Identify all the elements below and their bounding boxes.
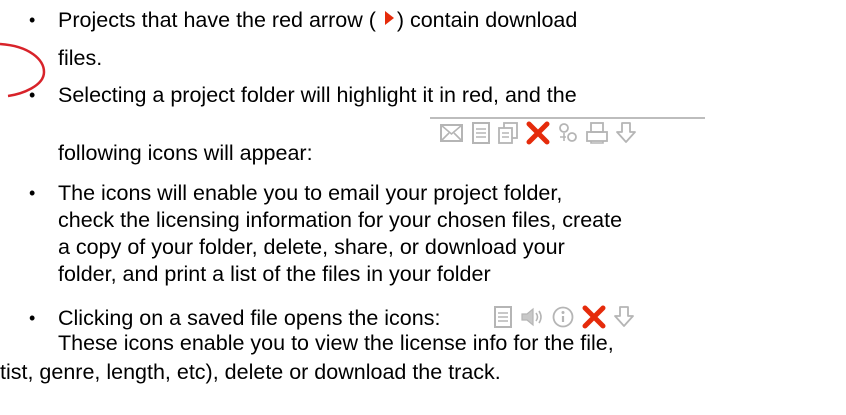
- bullet-3-line-2: check the licensing information for your…: [58, 208, 623, 232]
- print-icon: [586, 122, 608, 144]
- bullet-4: •: [29, 308, 36, 328]
- bullet-1-line-2: files.: [58, 46, 103, 70]
- bullet-4-line-1: Clicking on a saved file opens the icons…: [58, 306, 441, 330]
- audio-icon: [521, 307, 542, 327]
- bullet-1: •: [29, 10, 36, 30]
- bullet-1-line-1: Projects that have the red arrow ( ) con…: [58, 8, 578, 32]
- share-icon: [559, 123, 577, 142]
- folder-icons-row: [439, 118, 643, 148]
- bullet-2-line-2: following icons will appear:: [58, 141, 313, 165]
- document-icon: [472, 122, 490, 144]
- red-arrow-icon: [384, 11, 394, 25]
- bullet-2-line-1: Selecting a project folder will highligh…: [58, 83, 577, 107]
- document-icon: [494, 306, 512, 328]
- bullet-4-line-2: These icons enable you to view the licen…: [58, 331, 614, 355]
- email-icon: [440, 124, 463, 142]
- download-icon: [616, 122, 636, 143]
- copy-icon: [498, 122, 518, 144]
- bullet-3-line-3: a copy of your folder, delete, share, or…: [58, 235, 565, 259]
- delete-icon: [582, 305, 606, 329]
- bullet-2: •: [29, 85, 36, 105]
- file-icons-row: [493, 303, 641, 331]
- bullet-3-line-4: folder, and print a list of the files in…: [58, 262, 491, 286]
- bullet-3: •: [29, 183, 36, 203]
- bullet-4-line-3: tist, genre, length, etc), delete or dow…: [0, 360, 501, 384]
- delete-icon: [526, 121, 550, 145]
- bullet-3-line-1: The icons will enable you to email your …: [58, 181, 563, 205]
- info-icon: [552, 306, 574, 328]
- download-icon: [614, 306, 634, 327]
